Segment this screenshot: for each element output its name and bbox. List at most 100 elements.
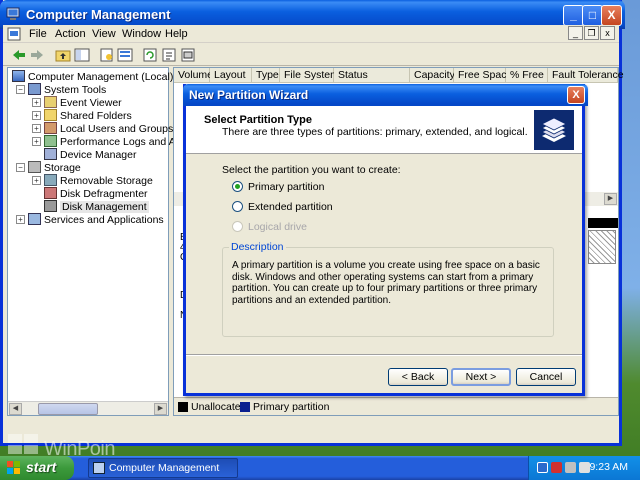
show-hide-tree-icon[interactable]	[74, 47, 90, 63]
refresh-icon[interactable]	[142, 47, 158, 63]
properties-icon[interactable]	[99, 47, 115, 63]
tree-label-selected: Disk Management	[60, 201, 149, 213]
maximize-button[interactable]: □	[582, 5, 603, 26]
radio-extended-partition[interactable]: Extended partition	[232, 201, 333, 215]
unallocated-band	[588, 218, 618, 228]
cancel-button[interactable]: Cancel	[516, 368, 576, 386]
computer-icon	[12, 70, 25, 82]
disk-management-icon	[44, 200, 57, 212]
menu-window[interactable]: Window	[122, 28, 161, 40]
up-folder-icon[interactable]	[55, 47, 71, 63]
collapse-toggle-icon[interactable]: −	[16, 163, 25, 172]
column-capacity[interactable]: Capacity	[410, 68, 455, 83]
menu-file[interactable]: File	[29, 28, 47, 40]
back-arrow-icon[interactable]	[11, 47, 27, 63]
taskbar-item-computer-management[interactable]: Computer Management	[88, 458, 238, 478]
unallocated-swatch	[178, 402, 188, 412]
scroll-right-icon[interactable]: ▶	[154, 403, 167, 415]
child-restore-button[interactable]: ❐	[584, 26, 599, 40]
computer-management-icon	[93, 462, 105, 474]
tree-item-root[interactable]: Computer Management (Local)	[12, 70, 173, 83]
users-icon	[44, 122, 57, 134]
tree-item-event-viewer[interactable]: Event Viewer	[44, 96, 122, 109]
column-type[interactable]: Type	[252, 68, 280, 83]
radio-checked-icon[interactable]	[232, 181, 243, 192]
wizard-title-bar[interactable]: New Partition Wizard X	[183, 84, 588, 106]
taskbar: start Computer Management 9:23 AM	[0, 456, 640, 480]
settings-icon[interactable]	[180, 47, 196, 63]
column-volume[interactable]: Volume	[174, 68, 213, 83]
removable-storage-icon	[44, 174, 57, 186]
tray-arrow-icon[interactable]	[537, 462, 548, 473]
disk-stack-icon	[534, 110, 574, 150]
new-partition-wizard: New Partition Wizard X Select Partition …	[183, 84, 588, 396]
tree-label: System Tools	[44, 84, 107, 96]
toolbar	[3, 44, 619, 66]
tree-item-local-users[interactable]: Local Users and Groups	[44, 122, 173, 135]
windows-flag-icon	[7, 461, 20, 474]
tree-item-removable-storage[interactable]: Removable Storage	[44, 174, 153, 187]
child-minimize-button[interactable]: _	[568, 26, 583, 40]
defragmenter-icon	[44, 187, 57, 199]
expand-toggle-icon[interactable]: +	[32, 111, 41, 120]
column-percent-free[interactable]: % Free	[506, 68, 548, 83]
winpoin-logo-icon	[8, 434, 38, 454]
tree-horizontal-scrollbar[interactable]: ◀ ▶	[8, 401, 168, 415]
column-fault-tolerance[interactable]: Fault Tolerance	[548, 68, 624, 83]
scroll-left-icon[interactable]: ◀	[9, 403, 22, 415]
wizard-header: Select Partition Type There are three ty…	[186, 106, 582, 154]
close-button[interactable]: X	[601, 5, 622, 26]
menu-view[interactable]: View	[92, 28, 116, 40]
volume-icon[interactable]	[579, 462, 590, 473]
security-alert-icon[interactable]	[551, 462, 562, 473]
unallocated-region[interactable]	[588, 230, 616, 264]
forward-arrow-icon[interactable]	[29, 47, 45, 63]
child-window-controls: _ ❐ x	[567, 26, 615, 40]
help-icon[interactable]	[117, 47, 133, 63]
description-group: Description A primary partition is a vol…	[222, 241, 554, 337]
back-button[interactable]: < Back	[388, 368, 448, 386]
scroll-right-icon[interactable]: ▶	[604, 193, 617, 205]
wizard-title: New Partition Wizard	[189, 88, 309, 102]
tree-item-device-manager[interactable]: Device Manager	[44, 148, 136, 161]
device-manager-icon	[44, 148, 57, 160]
tree-item-shared-folders[interactable]: Shared Folders	[44, 109, 132, 122]
shared-folder-icon	[44, 109, 57, 121]
tree-label: Local Users and Groups	[60, 123, 174, 135]
expand-toggle-icon[interactable]: +	[32, 176, 41, 185]
event-viewer-icon	[44, 96, 57, 108]
collapse-toggle-icon[interactable]: −	[16, 85, 25, 94]
radio-unchecked-icon[interactable]	[232, 201, 243, 212]
column-layout[interactable]: Layout	[210, 68, 252, 83]
tree-label: Removable Storage	[60, 175, 153, 187]
tree-item-disk-defragmenter[interactable]: Disk Defragmenter	[44, 187, 148, 200]
tree-item-services-applications[interactable]: Services and Applications	[28, 213, 164, 226]
next-button[interactable]: Next >	[451, 368, 511, 386]
expand-toggle-icon[interactable]: +	[32, 124, 41, 133]
column-free-space[interactable]: Free Space	[454, 68, 512, 83]
radio-primary-partition[interactable]: Primary partition	[232, 181, 324, 195]
minimize-button[interactable]: _	[563, 5, 584, 26]
mmc-document-icon	[7, 27, 21, 41]
network-icon[interactable]	[565, 462, 576, 473]
start-button[interactable]: start	[0, 456, 74, 480]
system-tools-icon	[28, 83, 41, 95]
tree-item-storage[interactable]: Storage	[28, 161, 81, 174]
column-status[interactable]: Status	[334, 68, 410, 83]
tree-item-disk-management[interactable]: Disk Management	[44, 200, 149, 213]
wizard-close-button[interactable]: X	[567, 86, 585, 104]
expand-toggle-icon[interactable]: +	[32, 98, 41, 107]
expand-toggle-icon[interactable]: +	[32, 137, 41, 146]
menu-action[interactable]: Action	[55, 28, 86, 40]
menu-help[interactable]: Help	[165, 28, 188, 40]
scroll-thumb[interactable]	[38, 403, 98, 415]
partition-prompt: Select the partition you want to create:	[222, 164, 401, 176]
export-list-icon[interactable]	[161, 47, 177, 63]
tree-item-system-tools[interactable]: System Tools	[28, 83, 106, 96]
console-tree[interactable]: Computer Management (Local) − System Too…	[7, 67, 195, 416]
child-close-button[interactable]: x	[600, 26, 615, 40]
expand-toggle-icon[interactable]: +	[16, 215, 25, 224]
clock[interactable]: 9:23 AM	[589, 461, 628, 473]
tree-label: Device Manager	[60, 149, 137, 161]
column-file-system[interactable]: File System	[280, 68, 339, 83]
